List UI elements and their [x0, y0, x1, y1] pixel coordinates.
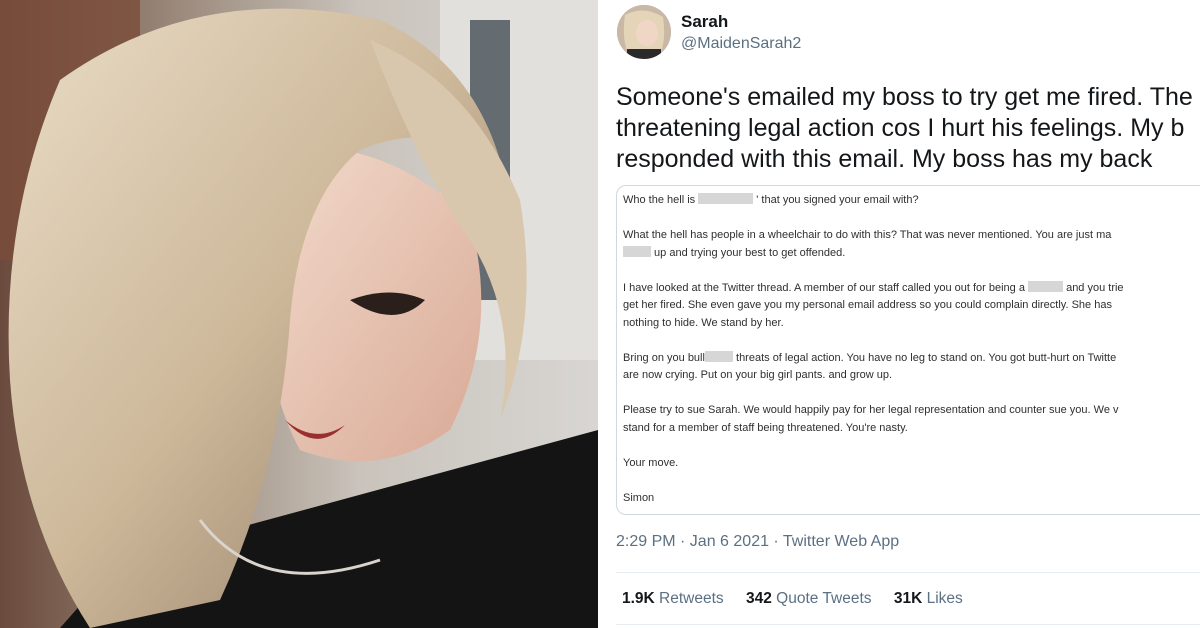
- likes-stat[interactable]: 31K Likes: [894, 590, 963, 607]
- email-text: I have looked at the Twitter thread. A m…: [623, 281, 1029, 294]
- email-line: Please try to sue Sarah. We would happil…: [623, 404, 1119, 416]
- divider: [616, 572, 1200, 573]
- email-signature: Simon: [623, 491, 655, 504]
- display-name[interactable]: Sarah: [681, 12, 728, 32]
- email-line: stand for a member of staff being threat…: [623, 421, 908, 434]
- email-text: and you trie: [1063, 281, 1124, 294]
- email-text: Bring on you bull: [623, 351, 705, 364]
- likes-count: 31K: [893, 590, 923, 607]
- redaction-block: [698, 193, 754, 204]
- tweet-card: Sarah @MaidenSarah2 Someone's emailed my…: [602, 0, 1200, 628]
- email-body: Who the hell is ' that you signed your e…: [623, 192, 1200, 507]
- email-line: I have looked at the Twitter thread. A m…: [623, 280, 1200, 298]
- tweet-timestamp[interactable]: 2:29 PM · Jan 6 2021 · Twitter Web App: [616, 533, 899, 551]
- retweets-count: 1.9K: [622, 590, 655, 607]
- redaction-block: [704, 350, 733, 362]
- tweet-stats: 1.9K Retweets 342 Quote Tweets 31K Likes: [622, 590, 981, 608]
- tweet-text-line: responded with this email. My boss has m…: [616, 145, 1153, 173]
- email-text: up and trying your best to get offended.: [651, 246, 846, 259]
- redaction-block: [1028, 280, 1064, 292]
- email-text: Who the hell is: [623, 194, 699, 206]
- avatar[interactable]: [617, 5, 671, 59]
- divider: [616, 624, 1200, 625]
- tweet-text-line: threatening legal action cos I hurt his …: [616, 114, 1185, 142]
- tweet-text-line: Someone's emailed my boss to try get me …: [616, 83, 1193, 111]
- email-line: are now crying. Put on your big girl pan…: [623, 369, 893, 381]
- tweet-text: Someone's emailed my boss to try get me …: [616, 82, 1200, 175]
- redaction-block: [623, 245, 651, 257]
- email-line: get her fired. She even gave you my pers…: [623, 299, 1112, 311]
- email-line: nothing to hide. We stand by her.: [623, 316, 784, 329]
- woman-photo: [0, 0, 598, 628]
- quote-tweets-count: 342: [745, 590, 772, 607]
- quote-tweets-stat[interactable]: 342 Quote Tweets: [746, 590, 872, 607]
- likes-label: Likes: [922, 590, 963, 607]
- email-line: Bring on you bull threats of legal actio…: [623, 350, 1200, 368]
- email-text: ' that you signed your email with?: [753, 194, 919, 206]
- email-line: Your move.: [623, 456, 679, 469]
- retweets-stat[interactable]: 1.9K Retweets: [622, 590, 724, 607]
- email-line: up and trying your best to get offended.: [623, 245, 1200, 263]
- email-line: What the hell has people in a wheelchair…: [623, 229, 1112, 241]
- quote-tweets-label: Quote Tweets: [771, 590, 872, 607]
- retweets-label: Retweets: [654, 590, 724, 607]
- email-line: Who the hell is ' that you signed your e…: [623, 192, 1200, 210]
- user-handle[interactable]: @MaidenSarah2: [681, 35, 801, 53]
- email-text: threats of legal action. You have no leg…: [732, 351, 1117, 364]
- email-screenshot[interactable]: Who the hell is ' that you signed your e…: [616, 185, 1200, 515]
